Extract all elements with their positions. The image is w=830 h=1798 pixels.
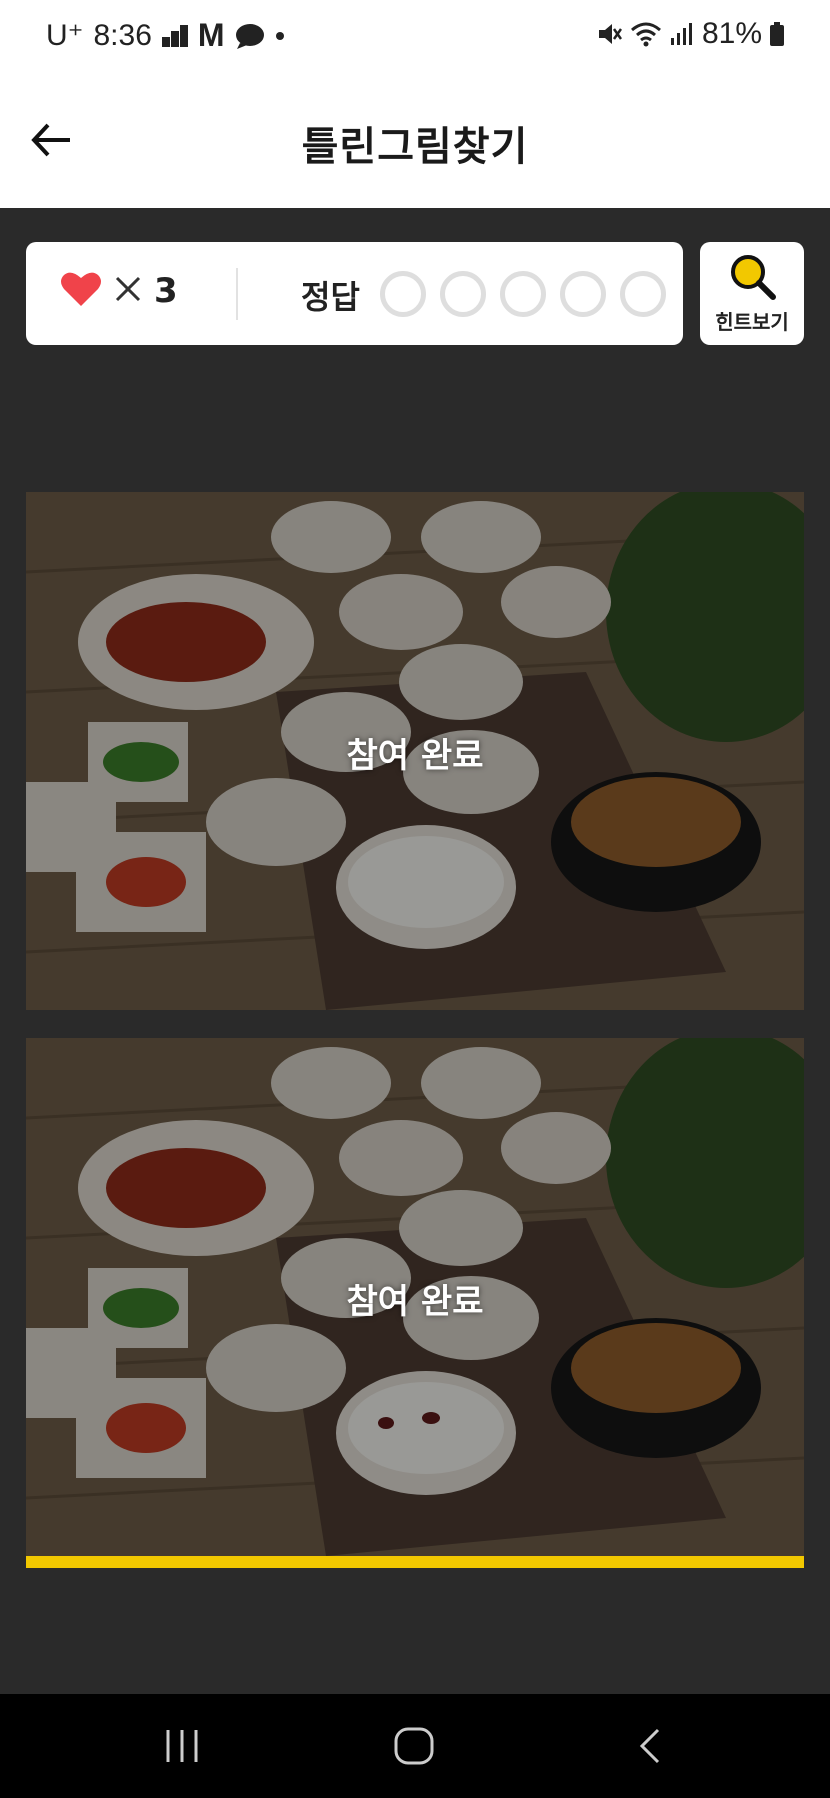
back-icon[interactable]	[630, 1724, 676, 1772]
divider	[236, 268, 238, 320]
times-icon	[114, 275, 142, 307]
status-bar: U⁺ 8:36 M 81%	[0, 0, 830, 70]
recent-apps-icon[interactable]	[160, 1724, 206, 1772]
puzzle-image-top[interactable]: 참여 완료	[26, 492, 804, 1010]
completion-overlay: 참여 완료	[346, 736, 484, 776]
notification-dot-icon	[275, 31, 285, 41]
battery-icon	[770, 22, 784, 46]
system-nav-bar	[0, 1694, 830, 1798]
answer-slot	[380, 271, 426, 317]
app-header: 틀린그림찾기	[0, 70, 830, 208]
wifi-icon	[630, 21, 662, 47]
answer-slot	[560, 271, 606, 317]
signal-bars-icon	[161, 24, 188, 47]
page-title: 틀린그림찾기	[301, 124, 529, 170]
answer-slot	[500, 271, 546, 317]
score-card: 3 정답	[26, 242, 683, 345]
answer-label: 정답	[301, 278, 360, 316]
answer-slot	[440, 271, 486, 317]
puzzle-image-bottom[interactable]: 참여 완료	[26, 1038, 804, 1556]
gmail-icon: M	[197, 17, 225, 53]
carrier-label: U⁺	[46, 19, 84, 52]
completion-overlay: 참여 완료	[346, 1282, 484, 1322]
answer-progress	[380, 271, 666, 317]
home-icon[interactable]	[392, 1724, 438, 1772]
heart-icon	[60, 270, 102, 312]
mute-icon	[596, 21, 622, 47]
cell-signal-icon	[670, 22, 694, 46]
lives-count: 3	[154, 271, 178, 311]
status-time: 8:36	[93, 18, 152, 52]
hint-button[interactable]: 힌트보기	[700, 242, 804, 345]
battery-percent: 81%	[701, 17, 762, 50]
answer-slot	[620, 271, 666, 317]
search-icon	[726, 252, 780, 308]
hint-label: 힌트보기	[715, 310, 789, 334]
lives-counter: 3	[60, 270, 178, 312]
chat-icon	[235, 23, 265, 49]
progress-bar	[26, 1556, 804, 1568]
